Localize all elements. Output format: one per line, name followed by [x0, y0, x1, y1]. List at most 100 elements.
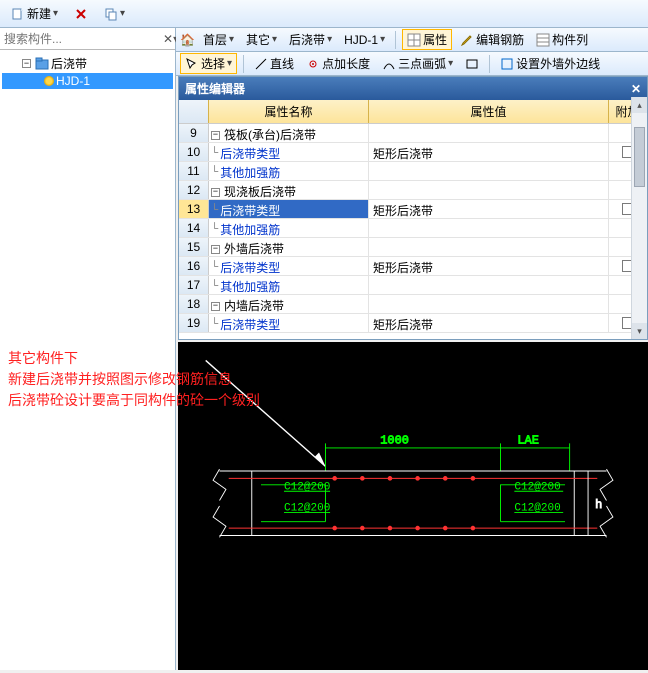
wall-icon	[500, 57, 514, 71]
prop-body: 9−筏板(承台)后浇带10└ 后浇带类型矩形后浇带11└ 其他加强筋12−现浇板…	[179, 124, 647, 342]
right-area: 🏠 首层▾ 其它▾ 后浇带▾ HJD-1▾ 属性 编辑钢筋 构件列 选择▾ 直线	[176, 28, 648, 670]
prop-value[interactable]	[369, 295, 609, 313]
collapse-icon[interactable]: −	[211, 131, 220, 140]
prop-row[interactable]: 19└ 后浇带类型矩形后浇带	[179, 314, 647, 333]
node-icon	[44, 76, 54, 86]
dim-1000: 1000	[380, 433, 409, 447]
prop-value[interactable]	[369, 181, 609, 199]
scroll-down-icon[interactable]: ▾	[632, 323, 647, 339]
list-icon	[536, 33, 550, 47]
delete-button[interactable]	[67, 4, 95, 24]
prop-name: 其他加强筋	[220, 221, 280, 238]
prop-row[interactable]: 13└ 后浇带类型矩形后浇带	[179, 200, 647, 219]
prop-button[interactable]: 属性	[402, 29, 452, 50]
prop-scrollbar[interactable]: ▴ ▾	[631, 97, 647, 339]
search-row: ✕ ▾	[0, 28, 175, 50]
prop-name: 后浇带类型	[220, 259, 280, 276]
dropdown-icon: ▾	[53, 8, 58, 19]
tree-label: HJD-1	[56, 74, 90, 88]
select-tool[interactable]: 选择▾	[180, 53, 237, 74]
component-tree: − 后浇带 HJD-1	[0, 50, 175, 93]
tree-label: 后浇带	[51, 55, 87, 72]
prop-row[interactable]: 12−现浇板后浇带	[179, 181, 647, 200]
prop-value[interactable]: 矩形后浇带	[369, 314, 609, 332]
prop-name: 后浇带类型	[220, 145, 280, 162]
prop-name: 其他加强筋	[220, 164, 280, 181]
dim-lae: LAE	[517, 433, 539, 447]
line-icon	[254, 57, 268, 71]
prop-header: 属性名称 属性值 附加	[179, 100, 647, 124]
clear-search-button[interactable]: ✕	[163, 32, 173, 46]
prop-value[interactable]: 矩形后浇带	[369, 143, 609, 161]
dim-h: h	[595, 497, 602, 511]
copy-button[interactable]: ▾	[97, 4, 132, 24]
prop-value[interactable]	[369, 124, 609, 142]
nav-hjd-item[interactable]: HJD-1▾	[340, 32, 389, 48]
dropdown-icon: ▾	[120, 8, 125, 19]
tree-node-hjd1[interactable]: HJD-1	[2, 73, 173, 89]
scroll-thumb[interactable]	[634, 127, 645, 187]
prop-row[interactable]: 10└ 后浇带类型矩形后浇带	[179, 143, 647, 162]
nav-layer[interactable]: 首层▾	[199, 30, 238, 49]
prop-row[interactable]: 16└ 后浇带类型矩形后浇带	[179, 257, 647, 276]
tree-node-root[interactable]: − 后浇带	[2, 54, 173, 73]
property-editor: 属性编辑器 ✕ 属性名称 属性值 附加 9−筏板(承台)后浇带10└ 后浇带类型…	[178, 76, 648, 340]
nav-row-1: 🏠 首层▾ 其它▾ 后浇带▾ HJD-1▾ 属性 编辑钢筋 构件列	[176, 28, 648, 52]
col-name-header: 属性名称	[209, 100, 369, 123]
prop-name: 后浇带类型	[220, 316, 280, 333]
nav-row-2: 选择▾ 直线 点加长度 三点画弧▾ 设置外墙外边线	[176, 52, 648, 76]
rect-icon	[465, 57, 479, 71]
prop-row[interactable]: 9−筏板(承台)后浇带	[179, 124, 647, 143]
prop-value[interactable]	[369, 219, 609, 237]
prop-name: 其他加强筋	[220, 278, 280, 295]
collapse-icon[interactable]: −	[211, 302, 220, 311]
collapse-icon[interactable]: −	[211, 188, 220, 197]
prop-row[interactable]: 15−外墙后浇带	[179, 238, 647, 257]
scroll-up-icon[interactable]: ▴	[632, 97, 647, 113]
annotation-text: 其它构件下 新建后浇带并按照图示修改钢筋信息 后浇带砼设计要高于同构件的砼一个级…	[8, 348, 260, 411]
cad-drawing-area[interactable]: 其它构件下 新建后浇带并按照图示修改钢筋信息 后浇带砼设计要高于同构件的砼一个级…	[178, 342, 648, 670]
collapse-icon[interactable]: −	[211, 245, 220, 254]
prop-row[interactable]: 18−内墙后浇带	[179, 295, 647, 314]
folder-icon	[35, 57, 49, 71]
prop-name: 内墙后浇带	[224, 297, 284, 314]
pencil-icon	[460, 33, 474, 47]
new-button[interactable]: 新建 ▾	[4, 2, 65, 25]
prop-title-text: 属性编辑器	[185, 80, 245, 97]
prop-name: 后浇带类型	[220, 202, 280, 219]
close-icon[interactable]: ✕	[631, 82, 641, 96]
outer-wall-tool[interactable]: 设置外墙外边线	[496, 54, 604, 73]
grid-icon	[407, 33, 421, 47]
prop-row[interactable]: 14└ 其他加强筋	[179, 219, 647, 238]
prop-name: 筏板(承台)后浇带	[224, 126, 316, 143]
col-value-header: 属性值	[369, 100, 609, 123]
arc3-tool[interactable]: 三点画弧▾	[378, 54, 457, 73]
nav-hjd-cat[interactable]: 后浇带▾	[285, 30, 336, 49]
prop-value[interactable]	[369, 162, 609, 180]
edit-rebar-button[interactable]: 编辑钢筋	[456, 30, 528, 49]
new-icon	[11, 7, 25, 21]
line-tool[interactable]: 直线	[250, 54, 298, 73]
search-input[interactable]	[0, 30, 163, 48]
point-icon	[306, 57, 320, 71]
arc-icon	[382, 57, 396, 71]
cursor-icon	[185, 57, 199, 71]
rect-tool[interactable]	[461, 56, 483, 72]
home-icon[interactable]: 🏠	[180, 33, 195, 47]
new-toolbar: 新建 ▾ ▾	[0, 0, 648, 28]
collapse-icon[interactable]: −	[22, 59, 31, 68]
prop-value[interactable]: 矩形后浇带	[369, 200, 609, 218]
pointlen-tool[interactable]: 点加长度	[302, 54, 374, 73]
prop-row[interactable]: 11└ 其他加强筋	[179, 162, 647, 181]
component-list-button[interactable]: 构件列	[532, 30, 592, 49]
prop-value[interactable]: 矩形后浇带	[369, 257, 609, 275]
prop-value[interactable]	[369, 238, 609, 256]
new-label: 新建	[27, 5, 51, 22]
prop-name: 外墙后浇带	[224, 240, 284, 257]
nav-other[interactable]: 其它▾	[242, 30, 281, 49]
delete-icon	[74, 7, 88, 21]
prop-title-bar: 属性编辑器 ✕	[179, 77, 647, 100]
prop-row[interactable]: 17└ 其他加强筋	[179, 276, 647, 295]
copy-icon	[104, 7, 118, 21]
prop-value[interactable]	[369, 276, 609, 294]
